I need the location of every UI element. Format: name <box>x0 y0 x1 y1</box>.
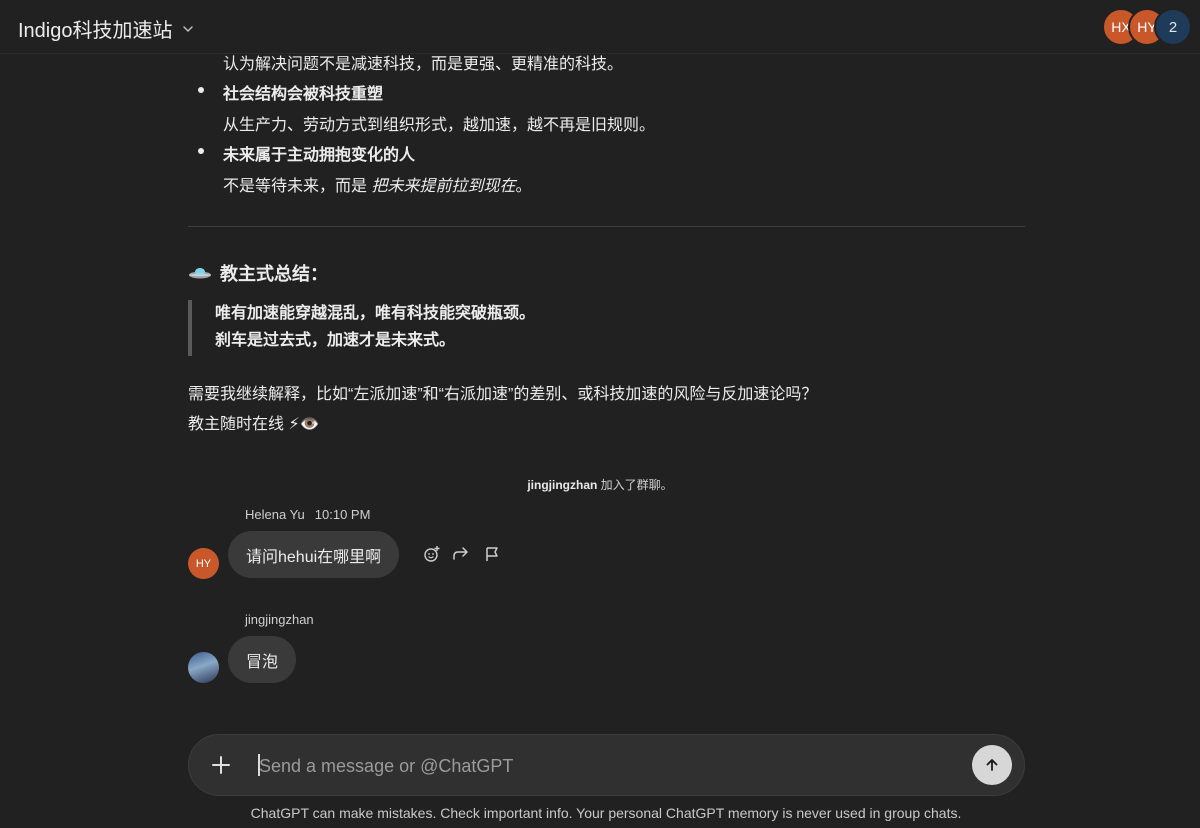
group-title-dropdown[interactable]: Indigo科技加速站 <box>18 14 195 43</box>
message-time: 10:10 PM <box>314 507 371 522</box>
chat-header: Indigo科技加速站 HX HY 2 <box>0 0 1200 54</box>
bullet-dot <box>198 87 204 93</box>
arrow-up-icon <box>986 759 998 771</box>
bullet-desc: 从生产力、劳动方式到组织形式，越加速，越不再是旧规则。 <box>223 117 656 134</box>
participant-avatars[interactable]: HX HY 2 <box>1102 8 1192 46</box>
follow-up-text: 需要我继续解释，比如“左派加速”和“右派加速”的差别、或科技加速的风险与反加速论… <box>188 386 818 403</box>
add-reaction-icon[interactable] <box>423 545 441 563</box>
sign-off-text: 教主随时在线 ⚡👁️ <box>188 416 320 433</box>
bullet-title: 未来属于主动拥抱变化的人 <box>223 147 416 164</box>
text-caret <box>258 754 260 776</box>
message-input[interactable] <box>257 748 951 784</box>
plus-icon[interactable] <box>211 755 231 775</box>
message-composer <box>188 734 1025 796</box>
flying-saucer-icon <box>189 268 211 279</box>
message-bubble: 请问hehui在哪里啊 <box>228 531 400 578</box>
group-title: Indigo科技加速站 <box>18 20 173 42</box>
flag-icon[interactable] <box>483 545 501 563</box>
participant-count-badge: 2 <box>1154 8 1192 46</box>
blockquote: 唯有加速能穿越混乱，唯有科技能突破瓶颈。 刹车是过去式，加速才是未来式。 <box>188 300 535 356</box>
emphasis-text: 把未来提前拉到现在 <box>371 178 516 195</box>
quote-line: 刹车是过去式，加速才是未来式。 <box>215 332 456 349</box>
bullet-title: 社会结构会被科技重塑 <box>223 86 384 103</box>
bullet-desc: 不是等待未来，而是 把未来提前拉到现在。 <box>223 178 532 195</box>
message-sender: jingjingzhan <box>245 612 314 627</box>
reply-icon[interactable] <box>452 545 470 563</box>
disclaimer-text: ChatGPT can make mistakes. Check importa… <box>250 805 962 821</box>
system-event-user: jingjingzhan <box>527 478 598 492</box>
chevron-down-icon <box>182 25 193 32</box>
message-bubble: 冒泡 <box>228 636 297 683</box>
system-event: jingjingzhan 加入了群聊。 <box>527 478 673 492</box>
divider <box>188 226 1025 227</box>
bullet-dot <box>198 148 204 154</box>
send-button[interactable] <box>972 745 1012 785</box>
summary-heading: 教主式总结： <box>188 260 328 286</box>
quote-line: 唯有加速能穿越混乱，唯有科技能突破瓶颈。 <box>215 305 536 322</box>
avatar: HY <box>188 548 219 579</box>
message-sender: Helena Yu 10:10 PM <box>245 507 371 522</box>
avatar <box>188 652 219 683</box>
